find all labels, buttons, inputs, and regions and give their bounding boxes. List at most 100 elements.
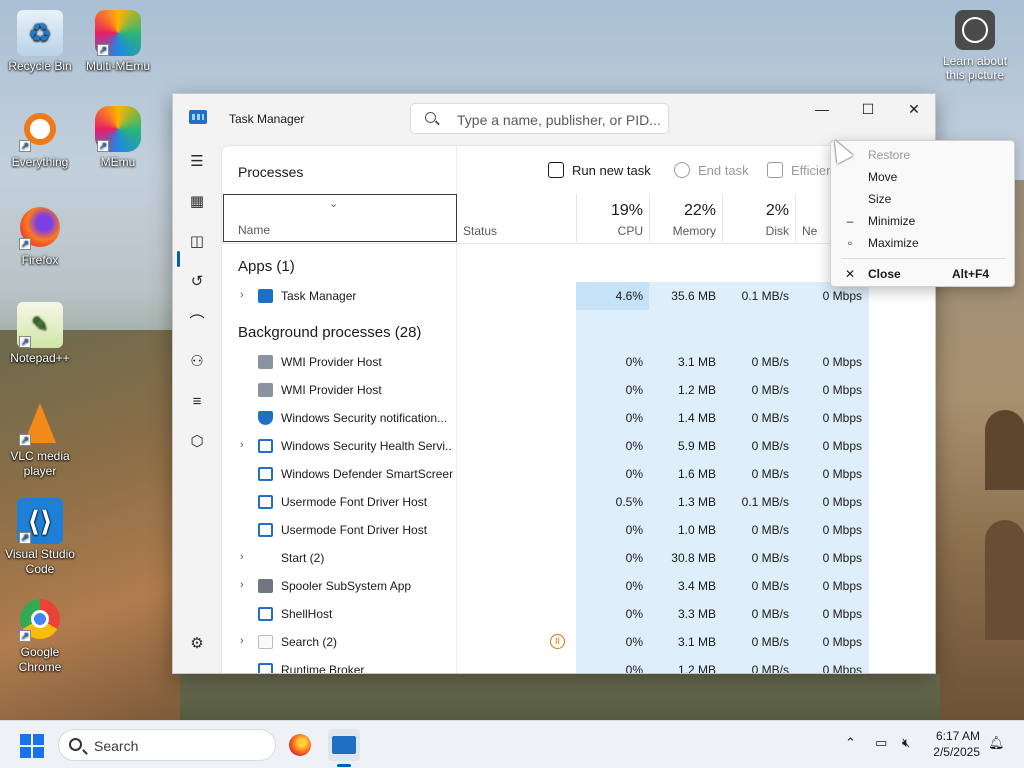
wmi-host-icon — [258, 383, 273, 397]
table-row[interactable]: Usermode Font Driver Host 0.5% 1.3 MB 0.… — [222, 488, 868, 516]
settings-icon[interactable]: ⚙ — [177, 626, 217, 660]
taskbar-firefox[interactable] — [284, 729, 316, 761]
end-task-button[interactable]: End task — [674, 162, 749, 178]
desktop-icon-notepad-plus-plus[interactable]: ✎ ↗ Notepad++ — [0, 302, 80, 366]
name-column-header[interactable]: ⌄ Name — [223, 194, 457, 242]
table-row[interactable]: › Task Manager 4.6% 35.6 MB 0.1 MB/s 0 M… — [222, 282, 868, 310]
app-history-icon[interactable]: ↺ — [177, 264, 217, 298]
multi-memu-icon: ↗ — [95, 10, 141, 56]
disk-cell: 0 MB/s — [751, 663, 789, 674]
search-placeholder: Type a name, publisher, or PID... — [457, 112, 661, 128]
disk-cell: 0 MB/s — [751, 523, 789, 537]
service-window-icon — [258, 439, 273, 453]
windows-logo-icon — [20, 734, 31, 745]
menu-item-restore[interactable]: Restore — [831, 144, 1016, 166]
page-title: Processes — [238, 164, 304, 180]
volume-muted-icon[interactable]: 🔇︎ — [902, 735, 910, 751]
disk-cell: 0 MB/s — [751, 467, 789, 481]
notification-bell-icon[interactable]: 🔔︎ — [988, 735, 1005, 751]
printer-icon — [258, 579, 273, 593]
firefox-icon: ↗ — [17, 204, 63, 250]
table-row[interactable]: Windows Security notification... 0% 1.4 … — [222, 404, 868, 432]
chevron-up-icon[interactable]: ⌃ — [845, 735, 856, 751]
leaf-icon — [767, 162, 783, 178]
table-row[interactable]: ShellHost 0% 3.3 MB 0 MB/s 0 Mbps — [222, 600, 868, 628]
menu-item-label: Size — [868, 192, 892, 206]
cpu-column-header[interactable]: 19% CPU — [576, 194, 649, 242]
maximize-button[interactable]: ☐ — [845, 94, 891, 124]
disk-cell: 0 MB/s — [751, 635, 789, 649]
title-bar[interactable]: Task Manager Type a name, publisher, or … — [173, 94, 935, 142]
desktop-icon-label: Recycle Bin — [8, 59, 72, 73]
table-row[interactable]: Runtime Broker 0% 1.2 MB 0 MB/s 0 Mbps — [222, 656, 868, 674]
memory-cell: 5.9 MB — [677, 439, 716, 453]
performance-icon[interactable]: ◫ — [177, 224, 217, 258]
menu-item-minimize[interactable]: – Minimize — [831, 210, 1016, 232]
menu-item-size[interactable]: Size — [831, 188, 1016, 210]
desktop-icon-label: MEmu — [100, 155, 136, 169]
minimize-button[interactable]: — — [799, 94, 845, 124]
desktop-icon-chrome[interactable]: ↗ Google Chrome — [0, 596, 80, 675]
vlc-icon: ↗ — [17, 400, 63, 446]
desktop-icon-label: Multi-MEmu — [85, 59, 150, 73]
expand-chevron-icon[interactable]: › — [240, 289, 244, 301]
expand-chevron-icon[interactable]: › — [240, 551, 244, 563]
learn-label-line2: this picture — [945, 68, 1005, 82]
network-cell: 0 Mbps — [822, 579, 862, 593]
everything-search-icon: ↗ — [17, 106, 63, 152]
network-cell: 0 Mbps — [822, 495, 862, 509]
table-row[interactable]: › Start (2) 0% 30.8 MB 0 MB/s 0 Mbps — [222, 544, 868, 572]
memory-column-header[interactable]: 22% Memory — [649, 194, 722, 242]
users-icon[interactable]: ⚇ — [177, 344, 217, 378]
table-row[interactable]: WMI Provider Host 0% 1.2 MB 0 MB/s 0 Mbp… — [222, 376, 868, 404]
desktop-icon-firefox[interactable]: ↗ Firefox — [0, 204, 80, 268]
expand-chevron-icon[interactable]: › — [240, 635, 244, 647]
table-row[interactable]: › Spooler SubSystem App 0% 3.4 MB 0 MB/s… — [222, 572, 868, 600]
desktop-icon-vscode[interactable]: ⟨⟩ ↗ Visual Studio Code — [0, 498, 80, 577]
menu-item-close[interactable]: ✕ Close Alt+F4 — [831, 263, 1016, 285]
close-button[interactable]: ✕ — [891, 94, 935, 124]
startup-apps-icon[interactable]: ⌒ — [177, 304, 217, 338]
disk-column-header[interactable]: 2% Disk — [722, 194, 795, 242]
expand-chevron-icon[interactable]: › — [240, 439, 244, 451]
table-row[interactable]: Windows Defender SmartScreen 0% 1.6 MB 0… — [222, 460, 868, 488]
desktop-icon-recycle-bin[interactable]: ♻ Recycle Bin — [0, 10, 80, 74]
table-row[interactable]: Usermode Font Driver Host 0% 1.0 MB 0 MB… — [222, 516, 868, 544]
menu-item-label: Maximize — [868, 236, 919, 250]
start-button[interactable] — [20, 734, 44, 758]
processes-icon[interactable]: ▦ — [177, 184, 217, 218]
taskbar: Search ⌃ ▭ 🔇︎ 6:17 AM 2/5/2025 🔔︎ — [0, 720, 1024, 768]
task-manager-window: Task Manager Type a name, publisher, or … — [172, 93, 936, 674]
disk-label: Disk — [765, 224, 789, 238]
table-row[interactable]: › Search (2) II 0% 3.1 MB 0 MB/s 0 Mbps — [222, 628, 868, 656]
expand-chevron-icon[interactable]: › — [240, 579, 244, 591]
menu-item-label: Restore — [868, 148, 911, 162]
menu-item-shortcut: Alt+F4 — [952, 267, 990, 281]
desktop-icon-vlc[interactable]: ↗ VLC media player — [0, 400, 80, 479]
status-column-header[interactable]: Status — [463, 224, 497, 238]
efficiency-mode-button[interactable]: Efficien — [767, 162, 833, 178]
learn-about-picture[interactable]: Learn about this picture — [940, 10, 1010, 82]
name-header-label: Name — [238, 223, 271, 237]
desktop-icon-memu[interactable]: ↗ MEmu — [78, 106, 158, 170]
details-icon[interactable]: ≡ — [177, 384, 217, 418]
background-group-header: Background processes (28) — [238, 324, 422, 341]
end-task-icon — [674, 162, 690, 178]
taskbar-search[interactable]: Search — [58, 729, 276, 761]
table-row[interactable]: › Windows Security Health Servi... 0% 5.… — [222, 432, 868, 460]
network-icon[interactable]: ▭ — [875, 735, 887, 751]
hamburger-menu-icon[interactable]: ☰ — [177, 144, 217, 178]
menu-separator — [841, 258, 1006, 259]
run-new-task-button[interactable]: Run new task — [548, 162, 651, 178]
process-name: Windows Security Health Servi... — [281, 439, 453, 453]
table-row[interactable]: WMI Provider Host 0% 3.1 MB 0 MB/s 0 Mbp… — [222, 348, 868, 376]
desktop-icon-everything[interactable]: ↗ Everything — [0, 106, 80, 170]
search-input[interactable]: Type a name, publisher, or PID... — [410, 103, 669, 134]
services-icon[interactable]: ⬡ — [177, 424, 217, 458]
desktop-icon-multi-memu[interactable]: ↗ Multi-MEmu — [78, 10, 158, 74]
menu-item-move[interactable]: Move — [831, 166, 1016, 188]
left-navigation: ☰ ▦ ◫ ↺ ⌒ ⚇ ≡ ⬡ ⚙ — [173, 142, 221, 673]
taskbar-task-manager[interactable] — [328, 729, 360, 761]
menu-item-maximize[interactable]: ▫ Maximize — [831, 232, 1016, 254]
clock[interactable]: 6:17 AM 2/5/2025 — [930, 728, 980, 760]
